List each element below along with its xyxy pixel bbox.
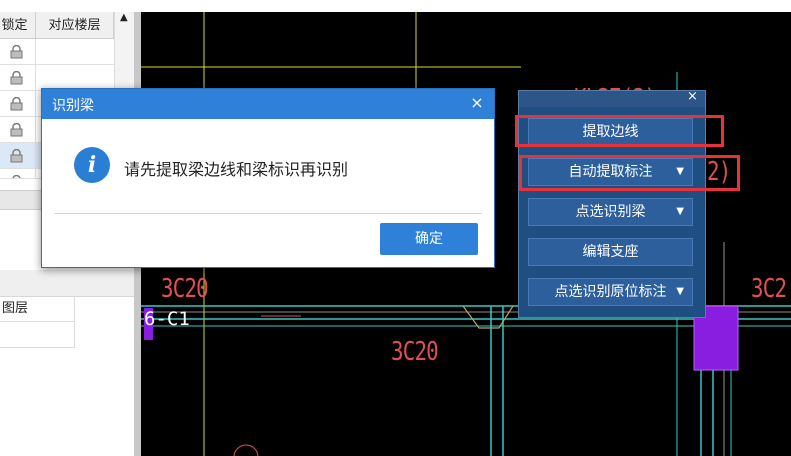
cad-label-rebar: 3C2 (751, 274, 787, 304)
dialog-divider (54, 213, 482, 214)
close-icon[interactable]: × (687, 89, 698, 104)
lock-cell[interactable] (0, 65, 36, 91)
edit-support-label: 编辑支座 (582, 244, 639, 260)
cad-label-rebar: 3C20 (161, 274, 209, 304)
highlight-box (515, 115, 724, 147)
dialog-titlebar[interactable]: 识别梁 × (42, 89, 494, 119)
table-row[interactable] (0, 39, 114, 65)
axis-bubble (233, 444, 259, 456)
info-icon: i (74, 147, 110, 183)
lock-icon (10, 123, 23, 137)
point-select-beam-label: 点选识别梁 (575, 204, 646, 220)
point-select-in-situ-annotation-label: 点选识别原位标注 (554, 284, 667, 300)
lock-cell[interactable] (0, 39, 36, 65)
point-select-beam-button[interactable]: 点选识别梁 ▼ (528, 198, 693, 226)
cad-label-column: 6-C1 (144, 308, 190, 330)
close-icon[interactable]: × (467, 93, 487, 113)
cad-label-rebar: 3C20 (391, 337, 439, 367)
edit-support-button[interactable]: 编辑支座 (528, 238, 693, 266)
dialog-title: 识别梁 (52, 98, 94, 114)
lock-cell[interactable] (0, 91, 36, 117)
lock-cell[interactable] (0, 143, 36, 169)
highlight-box (519, 155, 740, 191)
lock-cell[interactable] (0, 169, 36, 178)
column-header-lock[interactable]: 锁定 (0, 12, 36, 39)
property-row-layer[interactable]: 图层 (0, 296, 75, 322)
identify-beam-dialog: 识别梁 × i 请先提取梁边线和梁标识再识别 确定 (41, 88, 495, 268)
lock-icon (10, 97, 23, 111)
ok-button[interactable]: 确定 (380, 223, 478, 255)
haunch-shape (462, 305, 514, 329)
chevron-down-icon[interactable]: ▼ (676, 279, 684, 305)
chevron-down-icon[interactable]: ▼ (676, 199, 684, 225)
lock-icon (12, 175, 21, 178)
lock-icon (10, 71, 23, 85)
lock-icon (10, 45, 23, 59)
property-row[interactable] (0, 322, 75, 348)
dialog-message: 请先提取梁边线和梁标识再识别 (124, 160, 349, 179)
column-header-floor[interactable]: 对应楼层 (36, 12, 114, 39)
lock-cell[interactable] (0, 117, 36, 143)
panel-section-header (0, 270, 137, 297)
point-select-in-situ-annotation-button[interactable]: 点选识别原位标注 ▼ (528, 278, 693, 306)
lock-icon (10, 149, 23, 163)
scroll-up-icon[interactable]: ▲ (120, 12, 128, 23)
toolbar-header[interactable]: × (519, 89, 705, 107)
